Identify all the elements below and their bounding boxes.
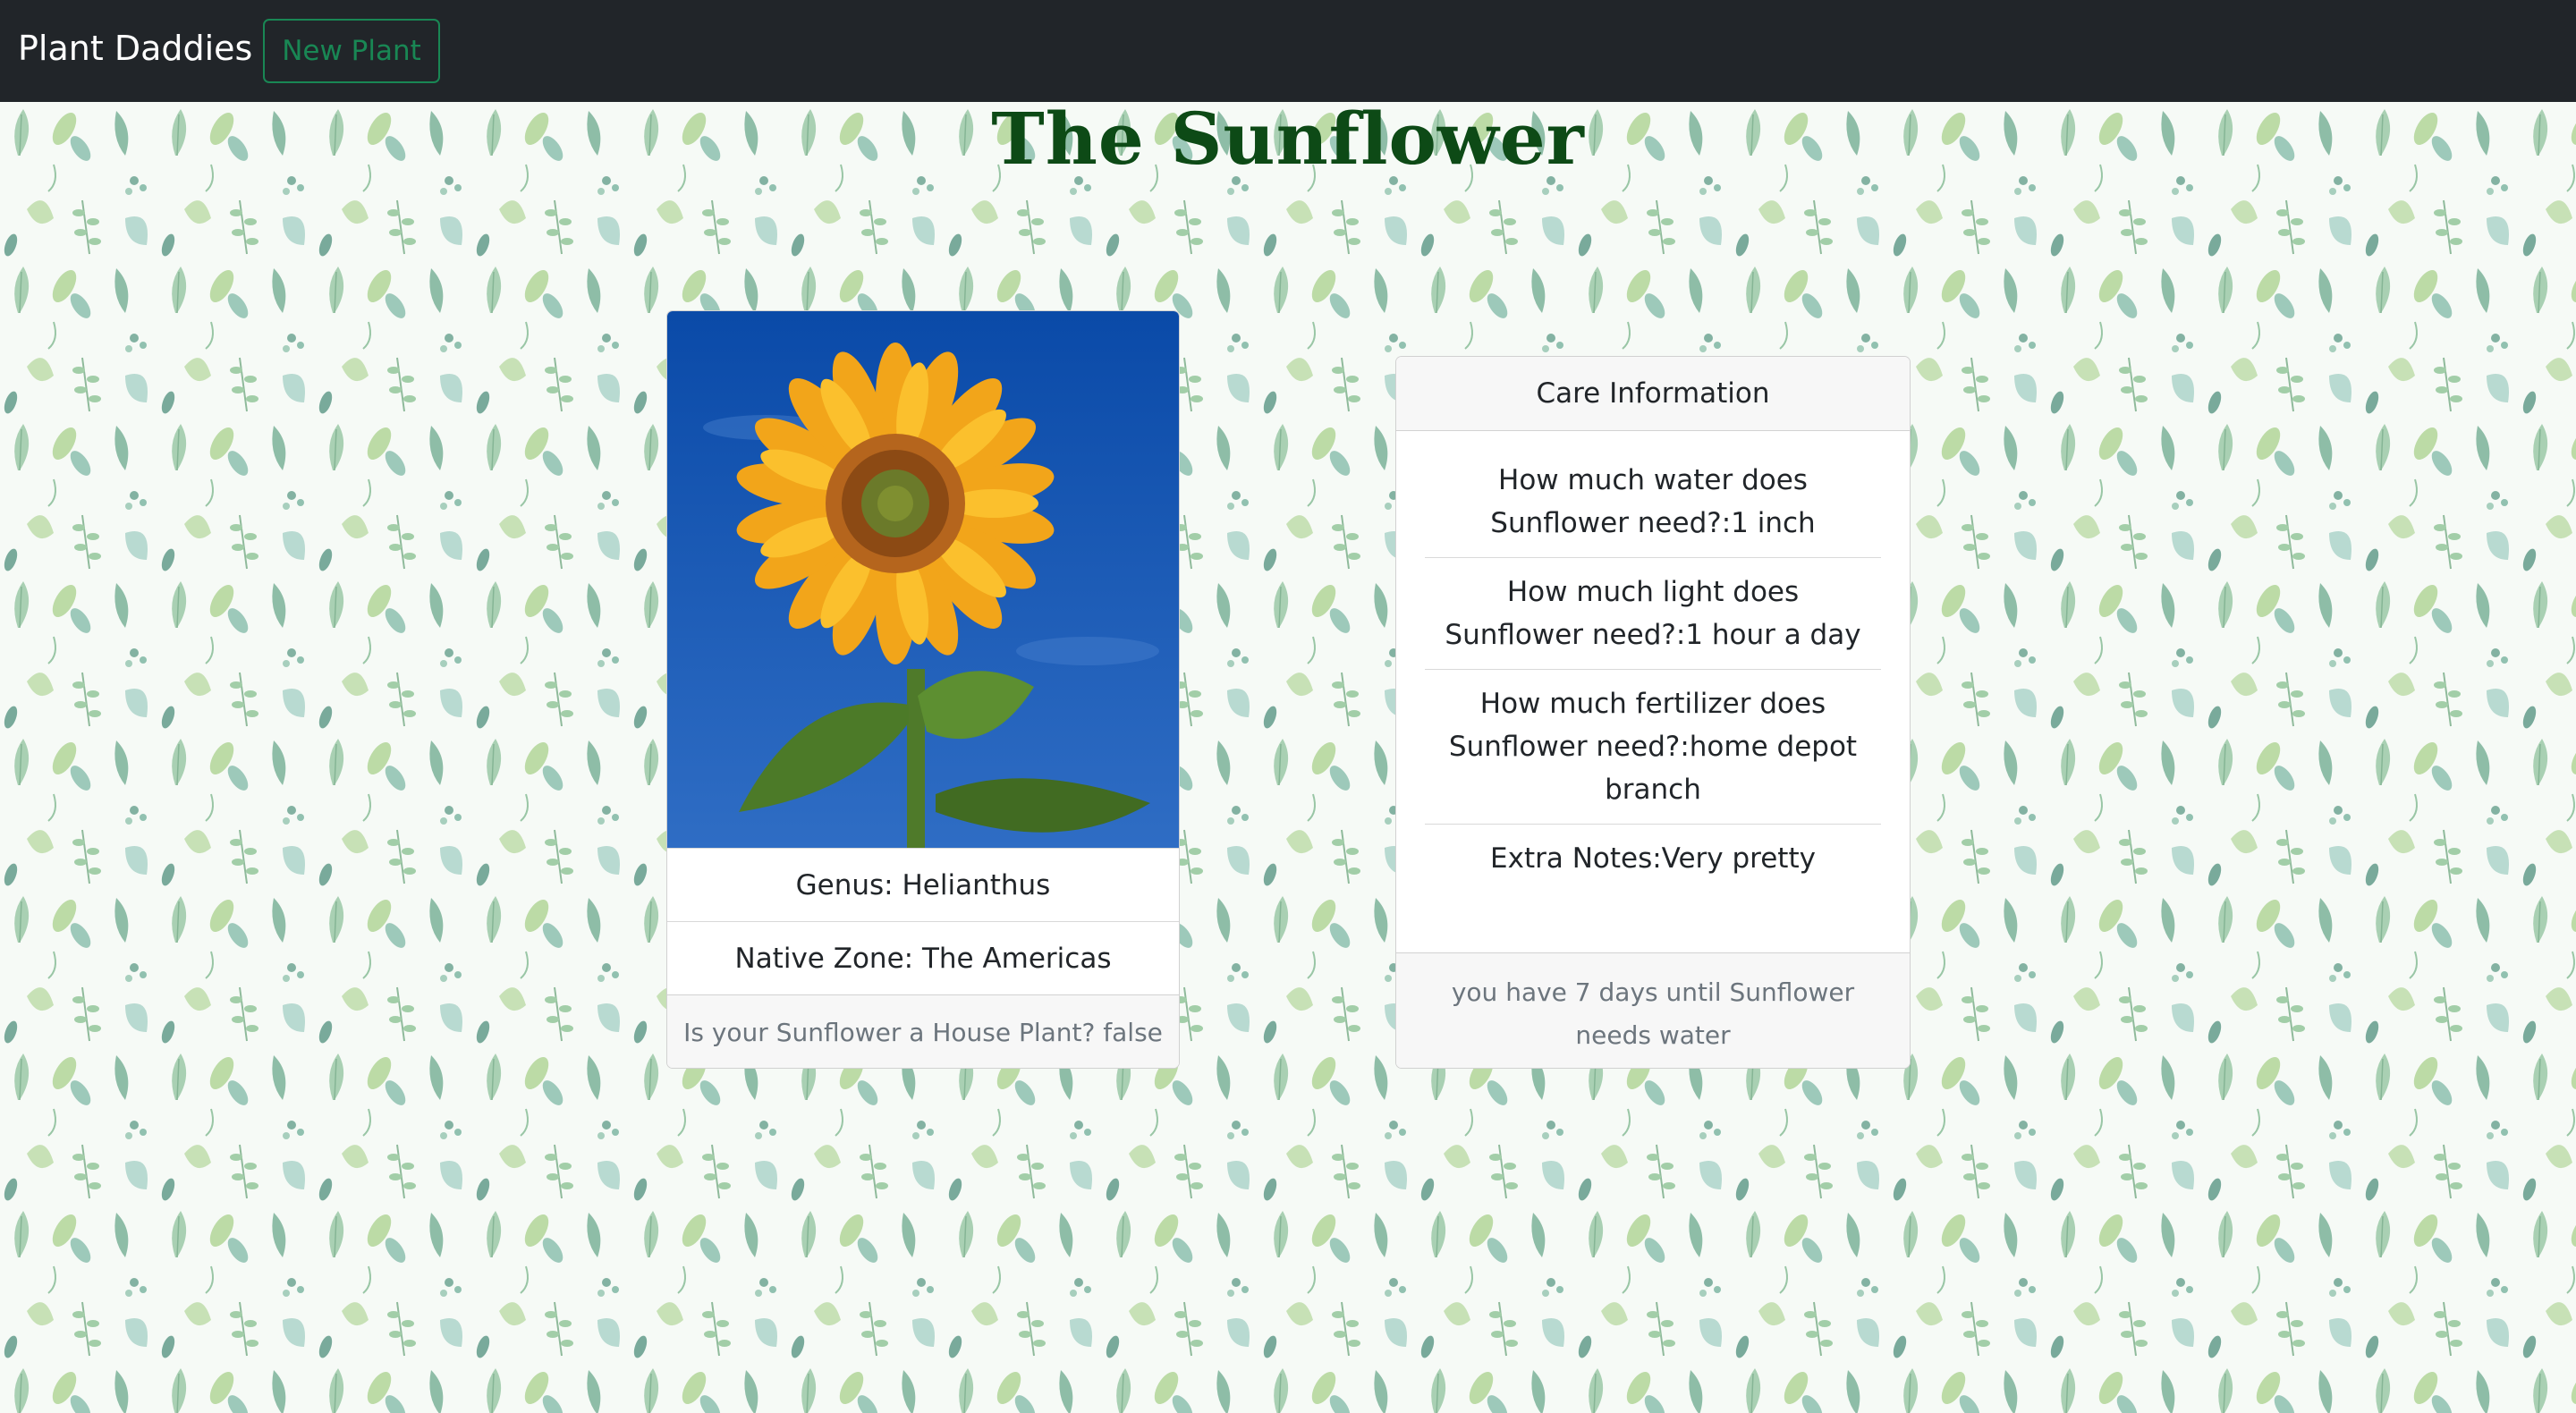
care-item-water: How much water does Sunflower need?:1 in… <box>1425 459 1881 558</box>
genus-text: Genus: Helianthus <box>667 848 1179 921</box>
care-item-fertilizer: How much fertilizer does Sunflower need?… <box>1425 670 1881 825</box>
care-list: How much water does Sunflower need?:1 in… <box>1425 459 1881 893</box>
water-countdown-footer: you have 7 days until Sunflower needs wa… <box>1396 952 1910 1068</box>
page-title: The Sunflower <box>991 97 1585 181</box>
plant-card: Genus: Helianthus Native Zone: The Ameri… <box>666 310 1180 1069</box>
navbar: Plant Daddies New Plant <box>0 0 2576 102</box>
sunflower-photo <box>667 311 1179 848</box>
leaf-pattern-background <box>0 102 2576 1413</box>
care-card: Care Information How much water does Sun… <box>1395 356 1911 1069</box>
care-item-notes: Extra Notes:Very pretty <box>1490 842 1816 875</box>
new-plant-button[interactable]: New Plant <box>263 19 440 83</box>
care-item-light: How much light does Sunflower need?:1 ho… <box>1425 558 1881 670</box>
house-plant-footer: Is your Sunflower a House Plant? false <box>667 994 1179 1068</box>
brand-link[interactable]: Plant Daddies <box>18 29 252 68</box>
care-header: Care Information <box>1396 357 1910 431</box>
native-zone-text: Native Zone: The Americas <box>667 921 1179 994</box>
